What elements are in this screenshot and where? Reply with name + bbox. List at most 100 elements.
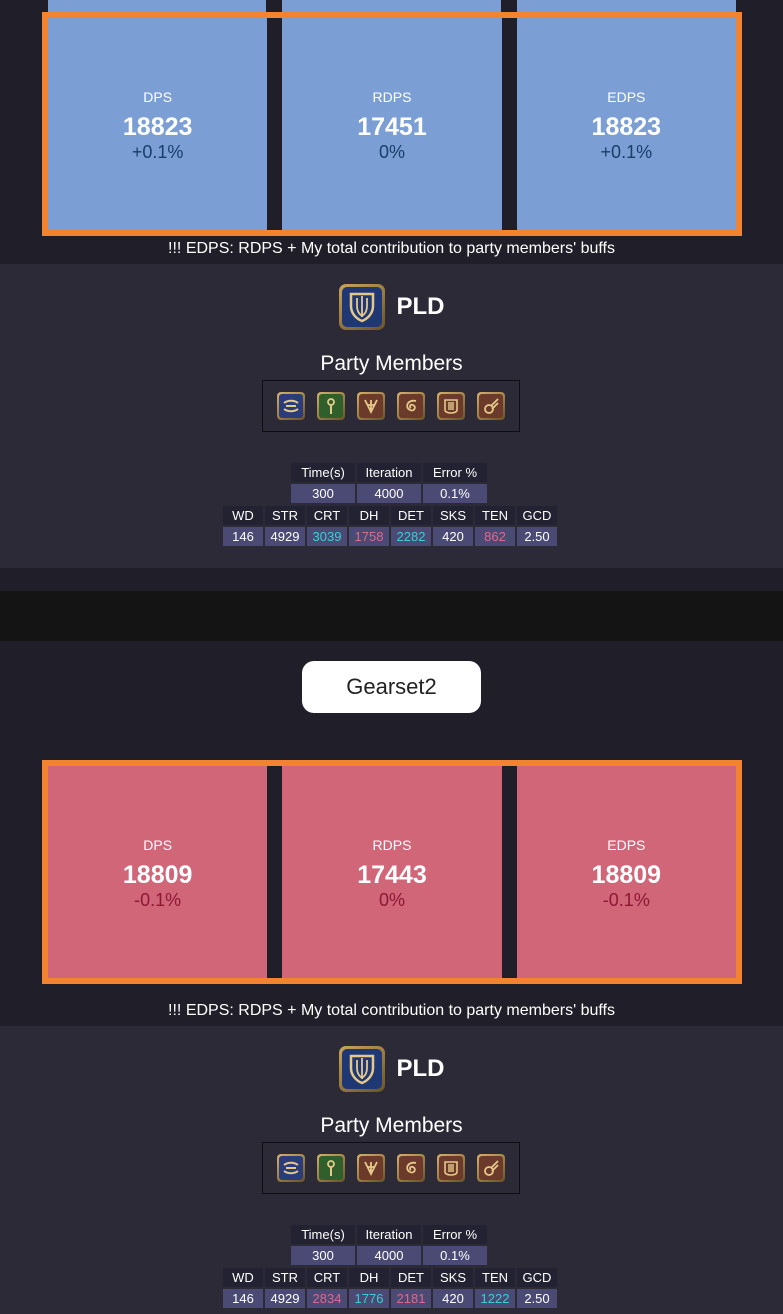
- stat-delta: +0.1%: [131, 142, 184, 162]
- stat-label: DPS: [143, 837, 173, 853]
- sim-value: 4000: [357, 484, 421, 503]
- rdps-stat: RDPS 17443 0%: [282, 766, 501, 978]
- stat-header: CRT: [307, 1268, 347, 1287]
- stat-label: EDPS: [607, 89, 646, 105]
- simulation-table: Time(s) Iteration Error % 300 4000 0.1%: [289, 461, 489, 505]
- samurai-icon[interactable]: [357, 392, 385, 420]
- rdps-stat: RDPS 17451 0%: [282, 18, 501, 230]
- sim-value: 0.1%: [423, 484, 487, 503]
- gearset1-info-panel: PLD Party Members Time(s) Iteration Erro…: [0, 264, 783, 568]
- stat-header: GCD: [517, 1268, 557, 1287]
- stat-value: 18809: [591, 861, 662, 889]
- stat-delta: +0.1%: [600, 142, 653, 162]
- stat-header: TEN: [475, 1268, 515, 1287]
- stat-value: 17451: [357, 113, 427, 141]
- stat-cell: 420: [433, 527, 473, 546]
- dps-stat: DPS 18809 -0.1%: [48, 766, 267, 978]
- stat-header: WD: [223, 1268, 263, 1287]
- edps-stat: EDPS 18823 +0.1%: [517, 18, 736, 230]
- section-divider: [0, 591, 783, 641]
- sim-header: Error %: [423, 1225, 487, 1244]
- stat-delta: 0%: [378, 890, 405, 910]
- stat-header: TEN: [475, 506, 515, 525]
- stat-value: 17443: [357, 861, 427, 889]
- samurai-icon[interactable]: [357, 1154, 385, 1182]
- gearset2-stats-box: DPS 18809 -0.1% RDPS 17443 0% EDPS 18809…: [42, 760, 742, 984]
- dps-stat: DPS 18823 +0.1%: [48, 18, 267, 230]
- stat-label: RDPS: [372, 837, 412, 853]
- stat-cell: 420: [433, 1289, 473, 1308]
- party-members-title: Party Members: [320, 352, 463, 375]
- stat-cell: 4929: [265, 527, 305, 546]
- party-members-box: [262, 380, 520, 432]
- warrior-icon[interactable]: [277, 1154, 305, 1182]
- sim-value: 4000: [357, 1246, 421, 1265]
- stat-header: CRT: [307, 506, 347, 525]
- edps-stat: EDPS 18809 -0.1%: [517, 766, 736, 978]
- stat-cell: 4929: [265, 1289, 305, 1308]
- sim-header: Time(s): [291, 463, 355, 482]
- summoner-icon[interactable]: [437, 392, 465, 420]
- stat-header: GCD: [517, 506, 557, 525]
- paladin-icon: [338, 284, 385, 330]
- warrior-icon[interactable]: [277, 392, 305, 420]
- stat-header: DH: [349, 506, 389, 525]
- stat-cell: 2834: [307, 1289, 347, 1308]
- sim-value: 0.1%: [423, 1246, 487, 1265]
- black-mage-icon[interactable]: [477, 392, 505, 420]
- gearset1-stats-box: DPS 18823 +0.1% RDPS 17451 0% EDPS 18823…: [42, 12, 742, 236]
- job-header: PLD: [0, 1046, 783, 1092]
- stat-value: 18823: [122, 113, 193, 141]
- stat-label: RDPS: [372, 89, 412, 105]
- stat-separator: [267, 18, 283, 230]
- stat-header: STR: [265, 506, 305, 525]
- stat-value: 18823: [591, 113, 662, 141]
- stat-cell: 1758: [349, 527, 389, 546]
- bard-icon[interactable]: [397, 1154, 425, 1182]
- sim-value: 300: [291, 484, 355, 503]
- white-mage-icon[interactable]: [317, 392, 345, 420]
- stat-header: SKS: [433, 1268, 473, 1287]
- sim-value: 300: [291, 1246, 355, 1265]
- stat-cell: 2282: [391, 527, 431, 546]
- edps-note: !!! EDPS: RDPS + My total contribution t…: [168, 240, 615, 257]
- stat-cell: 2.50: [517, 527, 557, 546]
- stat-cell: 862: [475, 527, 515, 546]
- stat-value: 18809: [122, 861, 193, 889]
- bard-icon[interactable]: [397, 392, 425, 420]
- gearset2-title[interactable]: Gearset2: [302, 661, 481, 713]
- stat-label: EDPS: [607, 837, 646, 853]
- stat-cell: 2181: [391, 1289, 431, 1308]
- stat-separator: [267, 766, 283, 978]
- stat-header: WD: [223, 506, 263, 525]
- edps-note: !!! EDPS: RDPS + My total contribution t…: [168, 1002, 615, 1019]
- paladin-icon: [338, 1046, 385, 1092]
- stat-cell: 1776: [349, 1289, 389, 1308]
- stat-label: DPS: [143, 89, 173, 105]
- party-members-title: Party Members: [320, 1114, 463, 1137]
- white-mage-icon[interactable]: [317, 1154, 345, 1182]
- sim-header: Iteration: [357, 1225, 421, 1244]
- stat-header: DET: [391, 1268, 431, 1287]
- stat-header: STR: [265, 1268, 305, 1287]
- stat-cell: 2.50: [517, 1289, 557, 1308]
- stat-cell: 146: [223, 1289, 263, 1308]
- simulation-table: Time(s) Iteration Error % 300 4000 0.1%: [289, 1223, 489, 1267]
- job-name: PLD: [396, 1055, 445, 1082]
- stat-separator: [501, 18, 517, 230]
- stat-table: WD STR CRT DH DET SKS TEN GCD 146 4929 2…: [221, 1266, 559, 1310]
- stat-delta: -0.1%: [602, 890, 650, 910]
- stat-delta: 0%: [378, 142, 405, 162]
- job-name: PLD: [396, 293, 445, 320]
- sim-header: Iteration: [357, 463, 421, 482]
- stat-delta: -0.1%: [134, 890, 182, 910]
- stat-header: DET: [391, 506, 431, 525]
- black-mage-icon[interactable]: [477, 1154, 505, 1182]
- summoner-icon[interactable]: [437, 1154, 465, 1182]
- gearset2-info-panel: PLD Party Members Time(s) Iteration Erro…: [0, 1026, 783, 1314]
- party-members-box: [262, 1142, 520, 1194]
- stat-table: WD STR CRT DH DET SKS TEN GCD 146 4929 3…: [221, 504, 559, 548]
- sim-header: Time(s): [291, 1225, 355, 1244]
- stat-header: DH: [349, 1268, 389, 1287]
- stat-cell: 146: [223, 527, 263, 546]
